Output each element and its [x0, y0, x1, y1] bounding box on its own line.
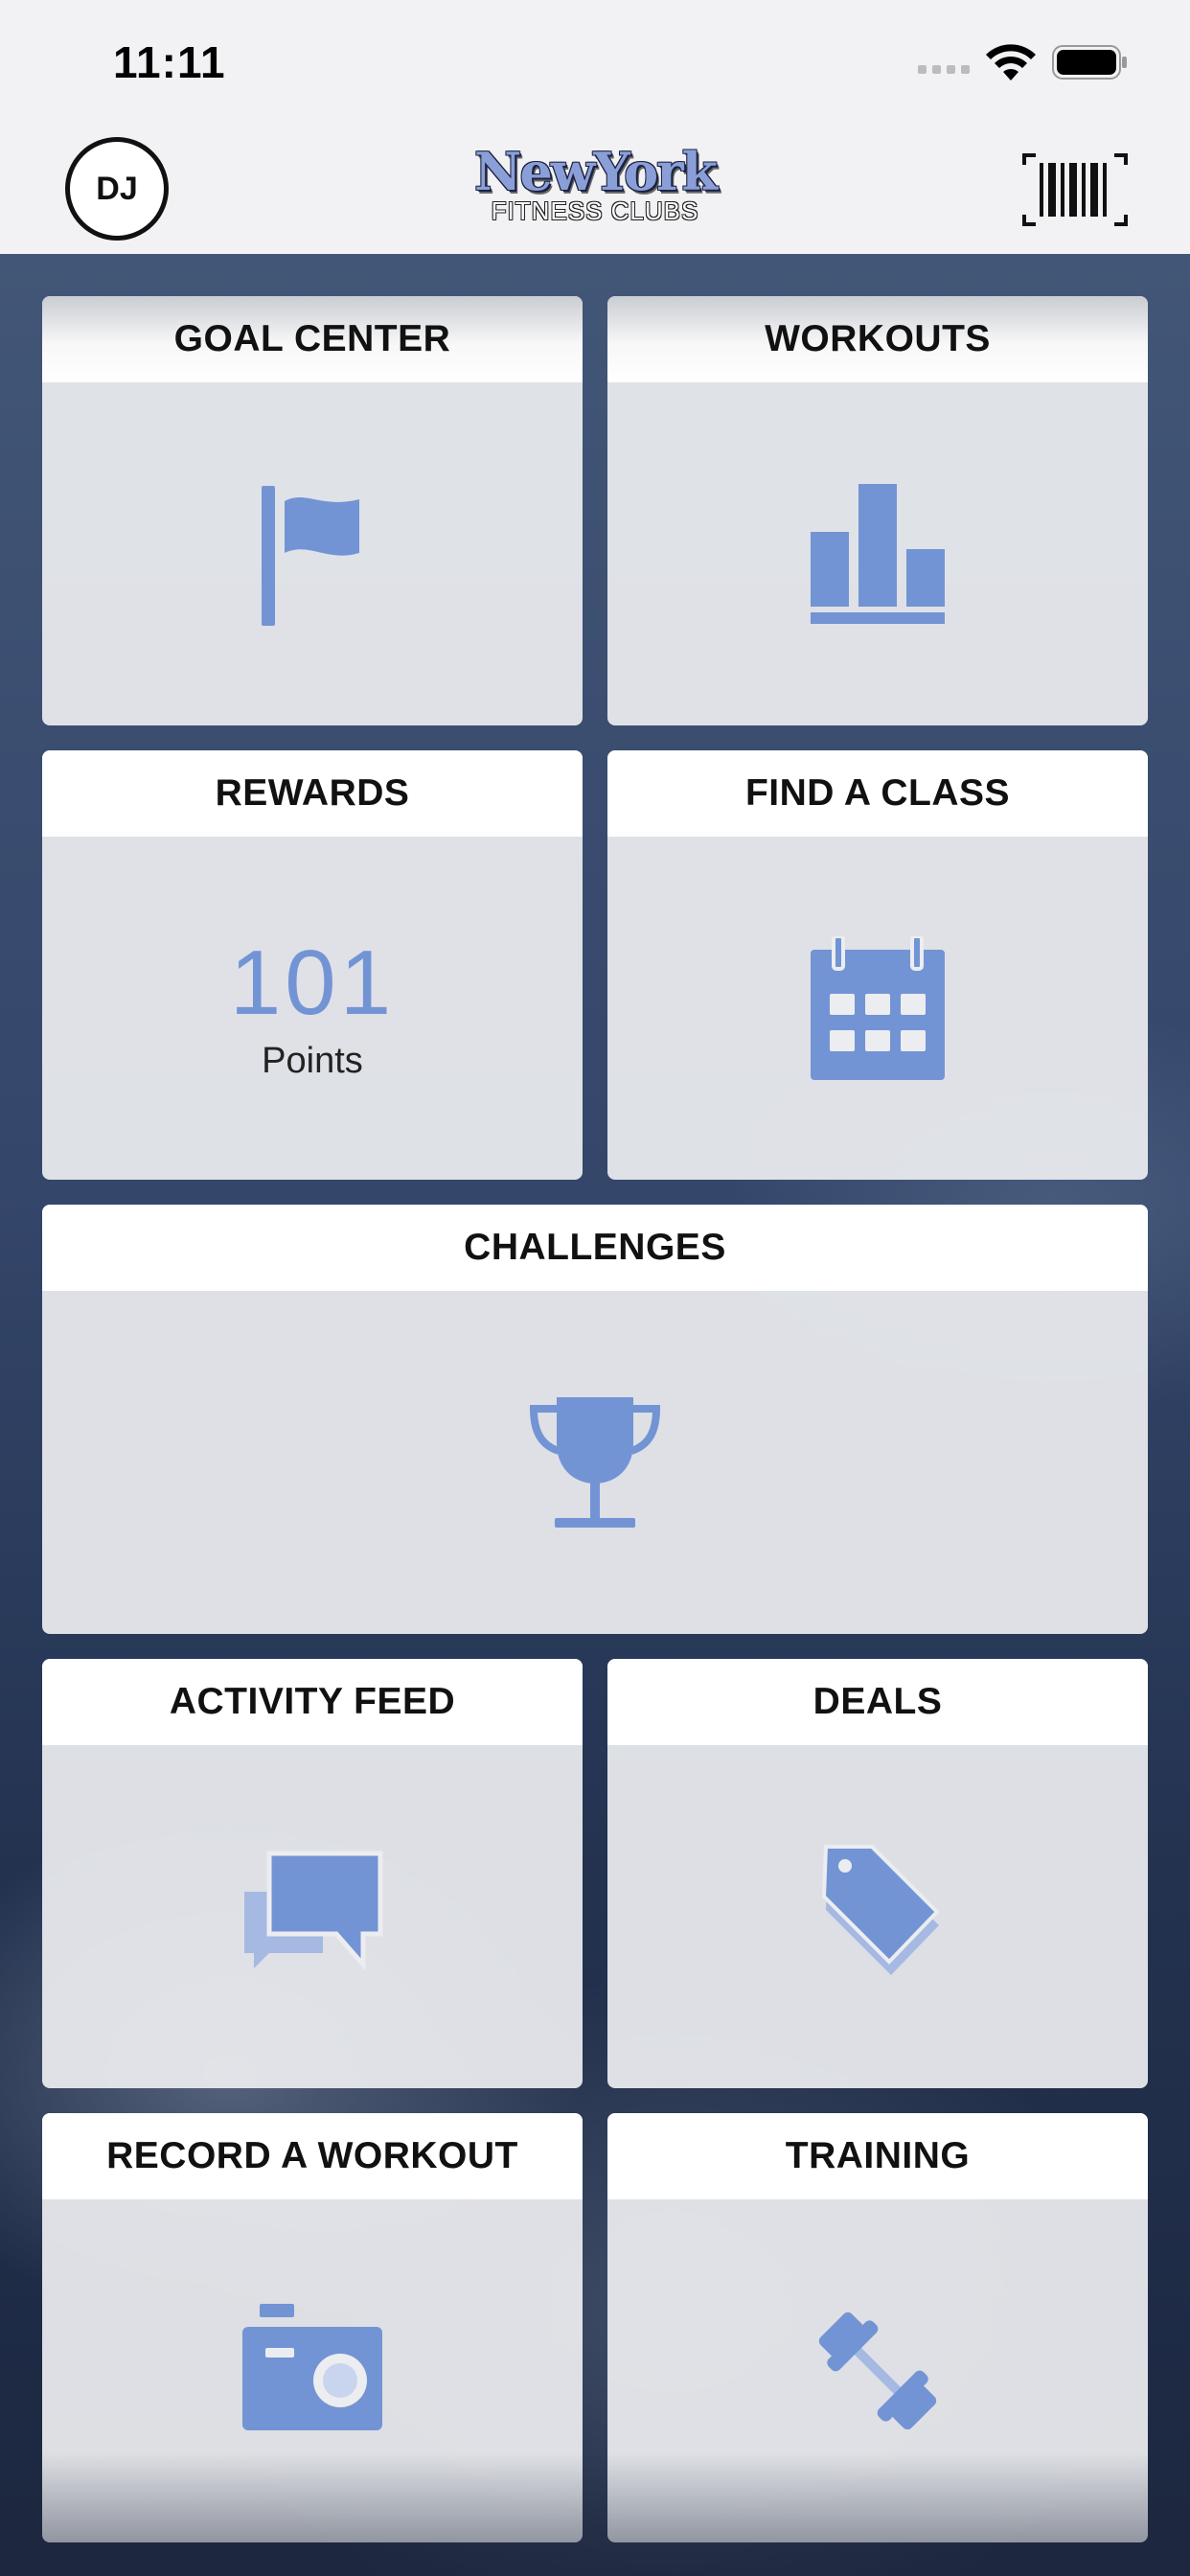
app-logo: NewYork FITNESS CLUBS	[443, 146, 747, 232]
training-tile[interactable]: TRAINING	[607, 2113, 1148, 2542]
rewards-tile[interactable]: REWARDS 101 Points	[42, 750, 583, 1180]
status-bar: 11:11	[0, 0, 1190, 125]
points-value: 101	[229, 931, 396, 1034]
activity-feed-tile[interactable]: ACTIVITY FEED	[42, 1659, 583, 2088]
price-tag-icon	[821, 1845, 940, 1975]
wifi-icon	[986, 44, 1036, 80]
camera-icon	[242, 2304, 382, 2430]
workouts-tile[interactable]: WORKOUTS	[607, 296, 1148, 725]
activity-feed-title: ACTIVITY FEED	[42, 1659, 583, 1745]
deals-title: DEALS	[607, 1659, 1148, 1745]
training-title: TRAINING	[607, 2113, 1148, 2199]
cellular-signal-icon	[918, 65, 970, 74]
challenges-tile[interactable]: CHALLENGES	[42, 1205, 1148, 1634]
trophy-icon	[529, 1397, 661, 1528]
status-time: 11:11	[113, 37, 226, 87]
workouts-title: WORKOUTS	[607, 296, 1148, 382]
points-label: Points	[262, 1040, 363, 1081]
deals-tile[interactable]: DEALS	[607, 1659, 1148, 2088]
goal-center-tile[interactable]: GOAL CENTER	[42, 296, 583, 725]
find-a-class-tile[interactable]: FIND A CLASS	[607, 750, 1148, 1180]
challenges-title: CHALLENGES	[42, 1205, 1148, 1291]
battery-icon	[1052, 45, 1127, 80]
logo-text-primary: NewYork	[474, 141, 718, 202]
record-a-workout-title: RECORD A WORKOUT	[42, 2113, 583, 2199]
dumbbell-icon	[818, 2312, 937, 2430]
calendar-icon	[811, 936, 945, 1080]
flag-icon	[262, 486, 359, 626]
rewards-points: 101 Points	[229, 931, 396, 1082]
rewards-title: REWARDS	[42, 750, 583, 837]
barcode-icon[interactable]	[1020, 151, 1130, 228]
goal-center-title: GOAL CENTER	[42, 296, 583, 382]
bar-chart-icon	[811, 484, 945, 624]
chat-bubbles-icon	[244, 1851, 383, 1971]
record-a-workout-tile[interactable]: RECORD A WORKOUT	[42, 2113, 583, 2542]
find-a-class-title: FIND A CLASS	[607, 750, 1148, 837]
profile-avatar-button[interactable]: DJ	[65, 137, 169, 241]
